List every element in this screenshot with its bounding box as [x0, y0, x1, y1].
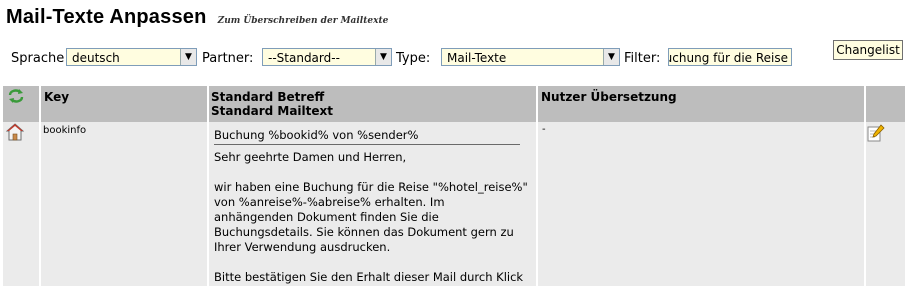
table-header: Key Standard Betreff Standard Mailtext N…	[3, 86, 905, 122]
title-row: Mail-Texte Anpassen Zum Überschreiben de…	[6, 6, 388, 29]
subject-divider	[214, 144, 520, 145]
type-label: Type:	[396, 51, 431, 66]
sprache-label: Sprache	[11, 51, 65, 66]
column-standard: Standard Betreff Standard Mailtext	[208, 86, 536, 122]
filter-input[interactable]: Buchung für die Reise	[668, 48, 792, 66]
filter-value: Buchung für die Reise	[668, 51, 788, 65]
column-divider	[39, 86, 41, 286]
mail-subject: Buchung %bookid% von %sender%	[214, 128, 419, 142]
column-divider	[207, 86, 209, 286]
type-value: Mail-Texte	[447, 51, 507, 65]
row-key: bookinfo	[43, 125, 87, 136]
refresh-icon[interactable]	[7, 88, 25, 108]
page-subtitle: Zum Überschreiben der Mailtexte	[217, 16, 389, 26]
column-standard-mailtext: Standard Mailtext	[211, 104, 334, 118]
partner-value: --Standard--	[268, 51, 340, 65]
chevron-down-icon[interactable]: ▼	[180, 49, 196, 65]
column-standard-betreff: Standard Betreff	[211, 90, 325, 104]
column-key: Key	[44, 90, 70, 104]
mail-body: Sehr geehrte Damen und Herren, wir haben…	[214, 150, 528, 284]
type-select[interactable]: Mail-Texte ▼	[441, 48, 620, 66]
page-title: Mail-Texte Anpassen	[6, 6, 207, 28]
home-icon[interactable]	[5, 123, 25, 145]
chevron-down-icon[interactable]: ▼	[603, 49, 619, 65]
sprache-value: deutsch	[72, 51, 120, 65]
column-nutzer-uebersetzung: Nutzer Übersetzung	[541, 90, 677, 104]
edit-pencil-icon[interactable]	[867, 124, 885, 146]
filter-bar: Sprache deutsch ▼ Partner: --Standard-- …	[0, 48, 909, 70]
sprache-select[interactable]: deutsch ▼	[66, 48, 197, 66]
table-row: bookinfo Buchung %bookid% von %sender% S…	[3, 122, 905, 286]
chevron-down-icon[interactable]: ▼	[375, 49, 391, 65]
translation-cell: -	[542, 124, 546, 135]
mailtext-table: Key Standard Betreff Standard Mailtext N…	[3, 86, 905, 286]
filter-label: Filter:	[624, 51, 661, 66]
partner-label: Partner:	[202, 51, 254, 66]
partner-select[interactable]: --Standard-- ▼	[262, 48, 392, 66]
column-divider	[864, 86, 866, 286]
column-divider	[536, 86, 538, 286]
